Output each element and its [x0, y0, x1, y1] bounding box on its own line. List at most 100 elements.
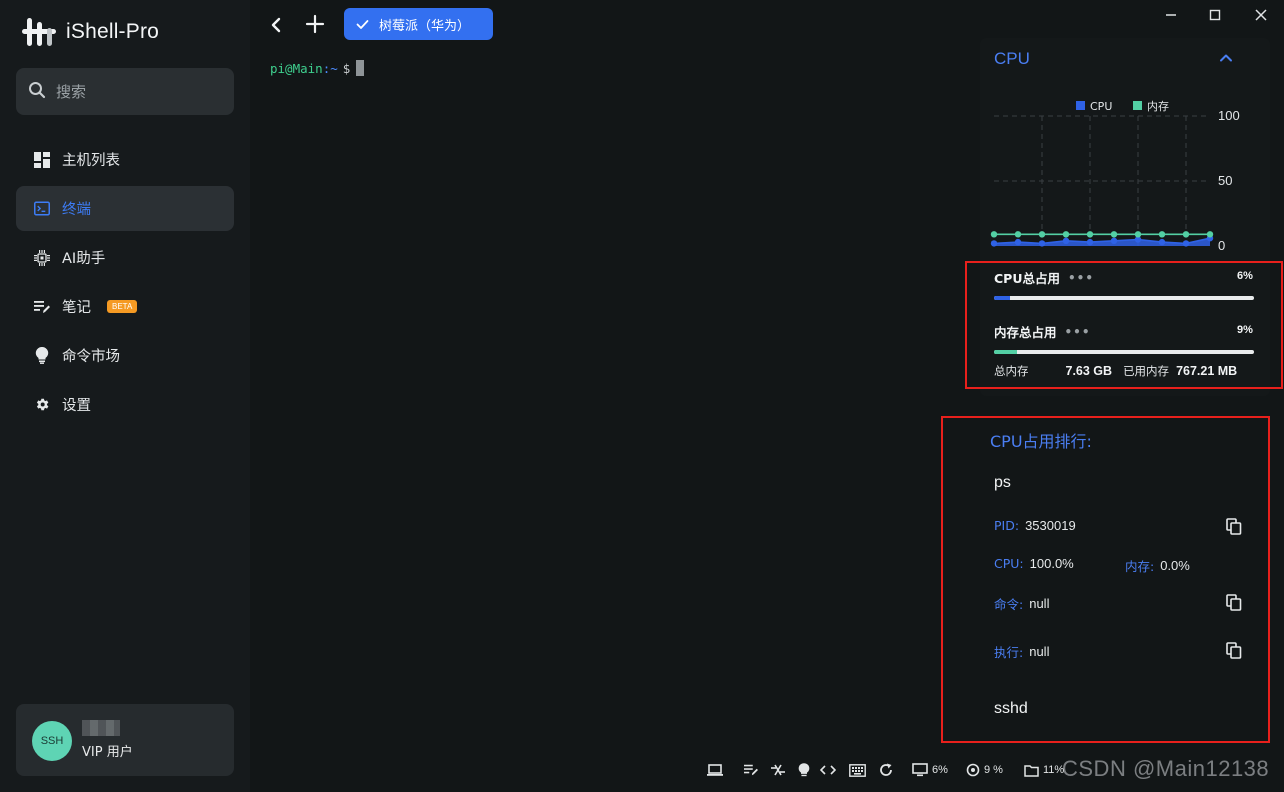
statusbar-code-button[interactable]	[820, 760, 836, 780]
back-button[interactable]	[266, 14, 286, 36]
search-input[interactable]	[56, 82, 216, 101]
used-memory-value: 767.21 MB	[1176, 364, 1238, 378]
app-name: iShell-Pro	[66, 20, 160, 43]
data-point-memory	[1062, 231, 1070, 238]
cpu-progress-bar	[994, 296, 1254, 300]
copy-icon	[1226, 594, 1242, 611]
beta-badge: BETA	[107, 300, 138, 313]
tab-raspberry-pi[interactable]: 树莓派（华为）	[344, 8, 493, 40]
statusbar-disk[interactable]: 11%	[1024, 760, 1064, 780]
statusbar-refresh-button[interactable]	[879, 760, 893, 780]
data-point-cpu	[990, 240, 998, 247]
total-memory-value: 7.63 GB	[1065, 364, 1113, 378]
data-point-memory	[990, 231, 998, 238]
process-name: ps	[994, 474, 1011, 491]
legend-label-cpu: CPU	[1090, 100, 1112, 113]
maximize-icon	[1209, 9, 1221, 21]
memory-chip-icon	[966, 763, 980, 777]
code-icon	[820, 765, 836, 775]
terminal-prompt[interactable]: pi@Main:~ $	[270, 60, 365, 76]
legend-swatch-memory	[1133, 101, 1142, 110]
app-logo: iShell-Pro	[22, 16, 159, 48]
process-command-row: 命令: null	[994, 594, 1049, 613]
statusbar-keyboard-button[interactable]	[849, 760, 866, 780]
laptop-icon	[707, 764, 723, 776]
data-point-cpu	[1062, 237, 1070, 244]
y-tick-label: 0	[1218, 238, 1225, 253]
chart-series	[990, 231, 1214, 247]
statusbar-idea-button[interactable]	[798, 760, 810, 780]
statusbar-memory[interactable]: 9 %	[966, 760, 1003, 780]
y-tick-label: 100	[1218, 108, 1240, 123]
statusbar-notes-button[interactable]	[744, 760, 758, 780]
highlight-box-ranking	[941, 416, 1270, 743]
process-exec-row: 执行: null	[994, 642, 1049, 661]
pid-value: 3530019	[1025, 518, 1076, 533]
data-point-cpu	[1014, 238, 1022, 246]
legend-swatch-cpu	[1076, 101, 1085, 110]
command-value: null	[1029, 596, 1050, 611]
sidebar-item-label: 笔记	[62, 300, 91, 316]
command-label: 命令:	[994, 597, 1024, 612]
process-pid-row: PID: 3530019	[994, 518, 1076, 533]
copy-exec-button[interactable]	[1226, 642, 1242, 659]
more-icon[interactable]: •••	[1065, 325, 1091, 339]
minimize-button[interactable]	[1162, 6, 1180, 24]
memory-total-label: 内存总占用	[994, 325, 1057, 340]
lightbulb-icon	[34, 347, 50, 364]
username-redacted	[82, 720, 120, 736]
sidebar-item-label: 设置	[62, 398, 91, 414]
more-icon[interactable]: •••	[1068, 271, 1094, 285]
ranking-title: CPU占用排行:	[990, 432, 1092, 451]
cpu-total-row: CPU总占用 •••	[994, 268, 1094, 287]
exec-label: 执行:	[994, 645, 1024, 660]
close-icon	[1255, 9, 1267, 21]
data-point-memory	[1014, 231, 1022, 238]
maximize-button[interactable]	[1206, 6, 1224, 24]
logo-icon	[22, 16, 56, 48]
sidebar-item-notes[interactable]: 笔记 BETA	[16, 284, 234, 329]
total-memory-label: 总内存	[994, 364, 1029, 378]
y-tick-label: 50	[1218, 173, 1232, 188]
process-name: sshd	[994, 700, 1028, 717]
watermark: CSDN @Main12138	[1062, 756, 1270, 781]
sidebar-item-host-list[interactable]: 主机列表	[16, 137, 234, 182]
sidebar-item-settings[interactable]: 设置	[16, 382, 234, 427]
minimize-icon	[1166, 14, 1176, 16]
copy-command-button[interactable]	[1226, 594, 1242, 611]
legend-label-memory: 内存	[1147, 99, 1169, 113]
sidebar-item-terminal[interactable]: 终端	[16, 186, 234, 231]
data-point-memory	[1206, 231, 1214, 238]
sidebar-item-label: AI助手	[62, 251, 106, 267]
memory-summary: 总内存 7.63 GB 已用内存 767.21 MB	[994, 363, 1256, 379]
statusbar-cpu-value: 6%	[932, 764, 948, 776]
data-point-memory	[1110, 231, 1118, 238]
cpu-value: 100.0%	[1029, 556, 1074, 571]
collapse-button[interactable]	[1218, 50, 1234, 66]
transfer-icon	[771, 764, 785, 776]
sidebar-item-ai-assistant[interactable]: AI助手	[16, 235, 234, 280]
sidebar-item-label: 命令市场	[62, 349, 120, 365]
prompt-user: pi@Main	[270, 60, 323, 76]
cpu-total-label: CPU总占用	[994, 271, 1060, 286]
user-card[interactable]: SSH VIP 用户	[16, 704, 234, 776]
terminal-cursor	[356, 60, 365, 76]
statusbar-transfer-button[interactable]	[770, 760, 786, 780]
ai-chip-icon	[34, 249, 50, 266]
close-button[interactable]	[1252, 6, 1270, 24]
avatar: SSH	[32, 721, 72, 761]
cpu-memory-chart: CPU 内存 100 50 0	[990, 99, 1240, 253]
statusbar-monitor-button[interactable]	[706, 760, 724, 780]
cpu-label: CPU:	[994, 556, 1024, 571]
new-tab-button[interactable]	[304, 12, 326, 36]
copy-pid-button[interactable]	[1226, 518, 1242, 535]
statusbar-cpu[interactable]: 6%	[912, 760, 948, 780]
sidebar-item-label: 终端	[62, 202, 91, 218]
chart-legend: CPU 内存	[1076, 99, 1169, 113]
data-point-cpu	[1158, 238, 1166, 246]
sidebar-item-command-market[interactable]: 命令市场	[16, 333, 234, 378]
statusbar-memory-value: 9 %	[984, 764, 1003, 776]
prompt-path: :~	[322, 60, 338, 76]
folder-icon	[1024, 764, 1039, 777]
search-box[interactable]	[16, 68, 234, 115]
